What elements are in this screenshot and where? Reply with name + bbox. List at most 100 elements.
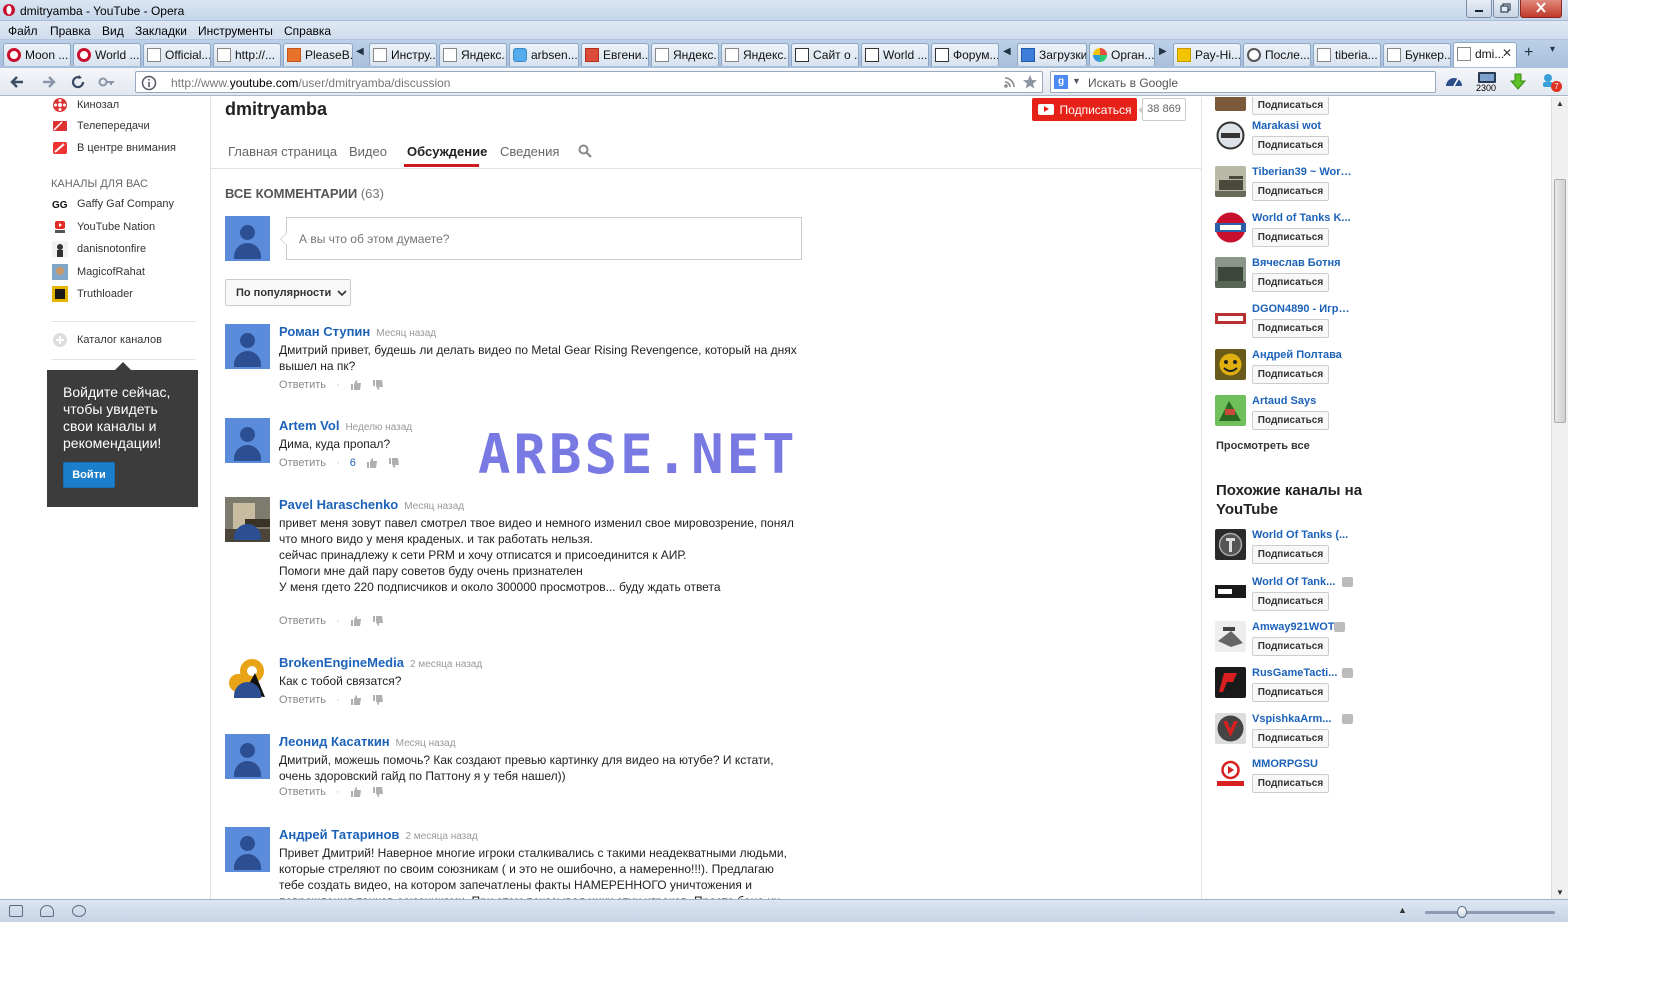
channel-name[interactable]: Андрей Полтава (1252, 349, 1352, 361)
restore-button[interactable] (1493, 0, 1519, 18)
unite-icon[interactable] (40, 905, 54, 917)
channel-thumbnail[interactable] (1215, 303, 1246, 334)
comment-input-field[interactable] (287, 218, 801, 259)
subscribe-button[interactable]: Подписаться (1252, 319, 1329, 338)
guide-channel[interactable]: danisnotonfire (52, 241, 146, 257)
comment-author[interactable]: Pavel Haraschenko Месяц назад (279, 497, 464, 512)
thumbs-up-icon[interactable] (350, 615, 362, 627)
turbo-icon[interactable] (72, 905, 86, 917)
channel-thumbnail[interactable] (1215, 97, 1246, 111)
channel-name[interactable]: World Of Tank... (1252, 576, 1352, 588)
channel-thumbnail[interactable] (1215, 529, 1246, 560)
guide-item-channel-catalog[interactable]: Каталог каналов (52, 332, 162, 348)
subscribe-button[interactable]: Подписаться (1252, 729, 1329, 748)
counter-widget[interactable]: 2300 (1476, 71, 1500, 93)
forward-icon[interactable] (39, 73, 57, 91)
tab-scroll-left-icon[interactable]: ◀ (356, 46, 364, 62)
subscribe-button[interactable]: Подписаться (1032, 98, 1137, 121)
thumbs-up-icon[interactable] (366, 457, 378, 469)
subscribe-button[interactable]: Подписаться (1252, 592, 1329, 611)
channel-title[interactable]: dmitryamba (225, 99, 327, 120)
guide-item-tv-shows[interactable]: Телепередачи (52, 118, 150, 134)
reply-link[interactable]: Ответить (279, 694, 326, 706)
scroll-up-icon[interactable]: ▲ (1556, 99, 1564, 108)
notifications-widget[interactable]: 7 (1540, 72, 1564, 92)
tab[interactable]: http://... (213, 43, 281, 66)
subscribe-button[interactable]: Подписаться (1252, 136, 1329, 155)
avatar[interactable] (225, 418, 270, 463)
signin-button[interactable]: Войти (63, 462, 115, 488)
menu-view[interactable]: Вид (102, 24, 124, 38)
subscribe-button[interactable]: Подписаться (1252, 683, 1329, 702)
tab-active[interactable]: dmi... ✕ (1453, 42, 1517, 67)
tab[interactable]: PleaseB... (283, 43, 353, 66)
comment-author[interactable]: Леонид Касаткин Месяц назад (279, 734, 456, 749)
menu-help[interactable]: Справка (284, 24, 331, 38)
channel-thumbnail[interactable] (1215, 349, 1246, 380)
channel-thumbnail[interactable] (1215, 713, 1246, 744)
avatar[interactable] (225, 734, 270, 779)
tab[interactable]: Pay-Hi... (1173, 43, 1241, 66)
tab-discussion[interactable]: Обсуждение (407, 144, 487, 159)
panel-toggle-icon[interactable] (9, 905, 23, 917)
guide-item-movies[interactable]: Кинозал (52, 97, 119, 113)
channel-name[interactable]: Вячеслав Ботня (1252, 257, 1352, 269)
tab[interactable]: Яндекс... (439, 43, 507, 66)
subscribe-button[interactable]: Подписаться (1252, 228, 1329, 247)
tab-scroll-right-icon[interactable]: ▶ (1159, 46, 1167, 62)
reply-link[interactable]: Ответить (279, 379, 326, 391)
tab[interactable]: Яндекс... (721, 43, 789, 66)
vertical-scrollbar[interactable]: ▲ ▼ (1551, 97, 1568, 899)
close-tab-icon[interactable]: ✕ (1502, 46, 1512, 60)
tab[interactable]: World ... (861, 43, 929, 66)
subscribe-button[interactable]: Подписаться (1252, 97, 1329, 115)
channel-thumbnail[interactable] (1215, 212, 1246, 243)
menu-file[interactable]: Файл (8, 24, 38, 38)
tab[interactable]: tiberia... (1313, 43, 1381, 66)
menu-bookmarks[interactable]: Закладки (135, 24, 187, 38)
tab-videos[interactable]: Видео (349, 144, 387, 159)
zoom-arrow-icon[interactable]: ▲ (1398, 905, 1407, 915)
thumbs-down-icon[interactable] (372, 786, 384, 798)
back-icon[interactable] (9, 73, 27, 91)
tab[interactable]: Орган... (1089, 43, 1155, 66)
tab[interactable]: Инстру... (369, 43, 437, 66)
thumbs-down-icon[interactable] (372, 615, 384, 627)
tab[interactable]: Moon ... (3, 43, 71, 66)
thumbs-down-icon[interactable] (372, 694, 384, 706)
new-tab-icon[interactable]: + (1524, 44, 1538, 61)
subscribe-button[interactable]: Подписаться (1252, 273, 1329, 292)
comment-author[interactable]: Роман Ступин Месяц назад (279, 324, 436, 339)
search-icon[interactable] (578, 144, 592, 158)
avatar[interactable] (225, 324, 270, 369)
key-icon[interactable] (98, 73, 116, 91)
thumbs-up-icon[interactable] (350, 786, 362, 798)
channel-name[interactable]: Artaud Says (1252, 395, 1352, 407)
minimize-button[interactable] (1466, 0, 1492, 18)
scroll-down-icon[interactable]: ▼ (1556, 888, 1564, 897)
reply-link[interactable]: Ответить (279, 457, 326, 469)
channel-thumbnail[interactable] (1215, 395, 1246, 426)
menu-edit[interactable]: Правка (50, 24, 91, 38)
thumbs-up-icon[interactable] (350, 379, 362, 391)
thumbs-down-icon[interactable] (372, 379, 384, 391)
reload-icon[interactable] (69, 73, 87, 91)
thumbs-up-icon[interactable] (350, 694, 362, 706)
guide-channel[interactable]: YouTube Nation (52, 219, 155, 235)
guide-item-spotlight[interactable]: В центре внимания (52, 140, 176, 156)
guide-channel[interactable]: GG Gaffy Gaf Company (52, 196, 174, 212)
channel-thumbnail[interactable] (1215, 758, 1246, 789)
site-info-icon[interactable] (141, 75, 157, 91)
comment-author[interactable]: Artem Vol Неделю назад (279, 418, 412, 433)
channel-name[interactable]: MMORPGSU (1252, 758, 1352, 770)
guide-channel[interactable]: Truthloader (52, 286, 133, 302)
sort-dropdown[interactable]: По популярности (225, 279, 351, 306)
guide-channel[interactable]: MagicofRahat (52, 264, 145, 280)
channel-name[interactable]: Tiberian39 ~ Worl... (1252, 166, 1352, 178)
rss-icon[interactable] (1004, 76, 1016, 88)
avatar[interactable] (225, 655, 270, 700)
subscribe-button[interactable]: Подписаться (1252, 182, 1329, 201)
see-all-link[interactable]: Просмотреть все (1216, 440, 1310, 452)
tab[interactable]: arbsen... (509, 43, 579, 66)
reply-link[interactable]: Ответить (279, 615, 326, 627)
